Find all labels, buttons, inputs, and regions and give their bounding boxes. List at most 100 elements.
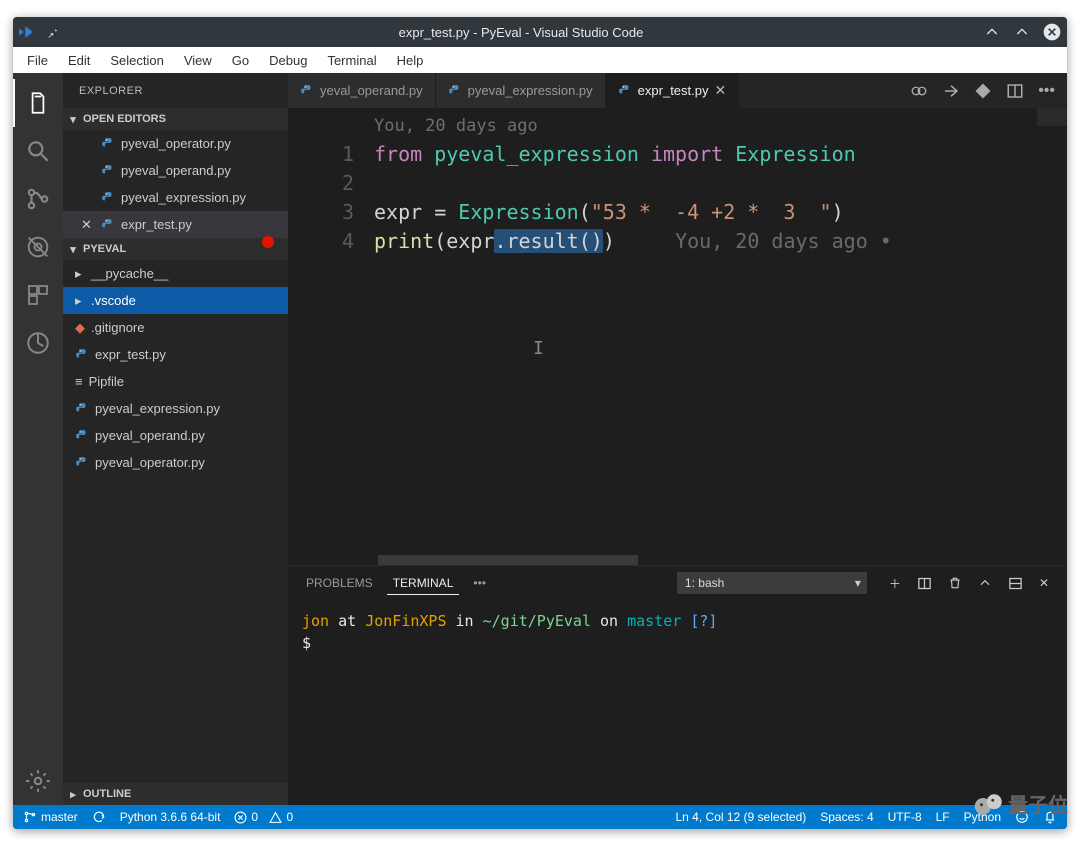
term-path: ~/git/PyEval	[483, 612, 591, 630]
status-python[interactable]: Python 3.6.6 64-bit	[120, 810, 221, 824]
scm-icon[interactable]	[13, 175, 63, 223]
terminal-selector[interactable]: 1: bash	[677, 572, 867, 594]
text-cursor-icon: I	[533, 338, 544, 359]
new-terminal-icon[interactable]: ＋	[889, 575, 901, 592]
panel-more-icon[interactable]: •••	[467, 572, 492, 594]
code-editor[interactable]: 1234 You, 20 days ago from pyeval_expres…	[288, 108, 1067, 555]
open-editor-item[interactable]: ✕pyeval_operand.py	[63, 157, 288, 184]
editor-tab[interactable]: yeval_operand.py	[288, 73, 436, 108]
menu-help[interactable]: Help	[389, 51, 432, 70]
maximize-button[interactable]	[1007, 17, 1037, 47]
horizontal-scrollbar[interactable]	[288, 555, 1067, 565]
code-line[interactable]: expr = Expression("53 * -4 +2 * 3 ")	[374, 198, 1067, 227]
diff-icon[interactable]	[974, 82, 992, 100]
minimize-button[interactable]	[977, 17, 1007, 47]
vscode-app-icon	[13, 23, 39, 41]
chevron-right-icon: ▸	[67, 788, 79, 801]
minimap[interactable]	[1037, 108, 1067, 555]
tree-file[interactable]: ≡Pipfile	[63, 368, 288, 395]
panel-tab-problems[interactable]: PROBLEMS	[300, 572, 379, 594]
open-editor-label: pyeval_operand.py	[121, 163, 231, 178]
open-editor-item[interactable]: ✕pyeval_expression.py	[63, 184, 288, 211]
tab-label: yeval_operand.py	[320, 83, 423, 98]
open-editor-item[interactable]: ✕pyeval_operator.py	[63, 130, 288, 157]
python-file-icon	[448, 84, 462, 98]
panel-tab-terminal[interactable]: TERMINAL	[387, 572, 460, 595]
status-sync-icon[interactable]	[92, 810, 106, 824]
revision-icon[interactable]	[942, 82, 960, 100]
outline-header[interactable]: ▸ OUTLINE	[63, 783, 288, 805]
open-editor-label: pyeval_operator.py	[121, 136, 231, 151]
split-terminal-icon[interactable]	[917, 576, 932, 591]
pipfile-icon: ≡	[75, 374, 83, 389]
gitlens-blame: You, 20 days ago	[374, 116, 1067, 140]
menu-view[interactable]: View	[176, 51, 220, 70]
close-editor-icon[interactable]: ✕	[81, 217, 95, 233]
extensions-icon[interactable]	[13, 271, 63, 319]
sidebar: EXPLORER ▾ OPEN EDITORS ✕pyeval_operator…	[63, 73, 288, 805]
term-branch: master	[627, 612, 681, 630]
menu-go[interactable]: Go	[224, 51, 257, 70]
code-line[interactable]: from pyeval_expression import Expression	[374, 140, 1067, 169]
tree-label: pyeval_operand.py	[95, 428, 205, 443]
open-editors-header[interactable]: ▾ OPEN EDITORS	[63, 108, 288, 130]
python-file-icon	[75, 456, 89, 470]
status-eol[interactable]: LF	[936, 810, 950, 824]
status-position[interactable]: Ln 4, Col 12 (9 selected)	[676, 810, 807, 824]
term-prompt: $	[302, 632, 1053, 654]
settings-gear-icon[interactable]	[13, 757, 63, 805]
tree-label: expr_test.py	[95, 347, 166, 362]
python-file-icon	[300, 84, 314, 98]
tree-file[interactable]: pyeval_operator.py	[63, 449, 288, 476]
status-encoding[interactable]: UTF-8	[888, 810, 922, 824]
compare-icon[interactable]	[910, 82, 928, 100]
tree-file[interactable]: pyeval_operand.py	[63, 422, 288, 449]
tree-folder[interactable]: ▸.vscode	[63, 287, 288, 314]
project-header[interactable]: ▾ PYEVAL	[63, 238, 288, 260]
code-line[interactable]	[374, 169, 1067, 198]
panel: PROBLEMS TERMINAL ••• 1: bash ＋ ✕	[288, 565, 1067, 805]
close-window-button[interactable]	[1037, 17, 1067, 47]
explorer-icon[interactable]	[13, 79, 63, 127]
breakpoint-icon[interactable]	[262, 236, 274, 248]
window-title: expr_test.py - PyEval - Visual Studio Co…	[65, 25, 977, 40]
status-branch[interactable]: master	[23, 810, 78, 824]
chevron-right-icon: ▸	[75, 266, 85, 282]
editor-tab[interactable]: pyeval_expression.py	[436, 73, 606, 108]
chevron-down-icon: ▾	[67, 243, 79, 256]
tree-file[interactable]: ◆.gitignore	[63, 314, 288, 341]
tree-label: pyeval_expression.py	[95, 401, 220, 416]
tree-file[interactable]: pyeval_expression.py	[63, 395, 288, 422]
titlebar: expr_test.py - PyEval - Visual Studio Co…	[13, 17, 1067, 47]
menu-debug[interactable]: Debug	[261, 51, 315, 70]
split-editor-icon[interactable]	[1006, 82, 1024, 100]
tree-label: .gitignore	[91, 320, 144, 335]
kill-terminal-icon[interactable]	[948, 576, 962, 590]
close-tab-icon[interactable]: ✕	[715, 82, 727, 99]
status-problems[interactable]: 0 0	[234, 810, 293, 824]
menu-edit[interactable]: Edit	[60, 51, 98, 70]
code-line[interactable]: print(expr.result()) You, 20 days ago •	[374, 227, 1067, 256]
maximize-panel-icon[interactable]	[1008, 576, 1023, 591]
pin-icon[interactable]	[39, 25, 65, 39]
close-panel-icon[interactable]: ✕	[1039, 576, 1049, 590]
panel-up-icon[interactable]	[978, 576, 992, 590]
tree-folder[interactable]: ▸ __pycache__	[63, 260, 288, 287]
terminal-output[interactable]: jon at JonFinXPS in ~/git/PyEval on mast…	[288, 600, 1067, 805]
sidebar-title: EXPLORER	[63, 73, 288, 108]
gitlens-icon[interactable]	[13, 319, 63, 367]
menu-file[interactable]: File	[19, 51, 56, 70]
menu-terminal[interactable]: Terminal	[319, 51, 384, 70]
editor-tab[interactable]: expr_test.py✕	[606, 73, 740, 108]
open-editor-item[interactable]: ✕ expr_test.py	[63, 211, 288, 238]
debug-icon[interactable]	[13, 223, 63, 271]
python-file-icon	[101, 137, 115, 151]
more-actions-icon[interactable]: •••	[1038, 82, 1055, 100]
search-icon[interactable]	[13, 127, 63, 175]
menu-selection[interactable]: Selection	[102, 51, 171, 70]
python-file-icon	[101, 191, 115, 205]
tree-file[interactable]: expr_test.py	[63, 341, 288, 368]
tree-label: __pycache__	[91, 266, 168, 281]
open-editor-label: expr_test.py	[121, 217, 192, 232]
status-spaces[interactable]: Spaces: 4	[820, 810, 873, 824]
